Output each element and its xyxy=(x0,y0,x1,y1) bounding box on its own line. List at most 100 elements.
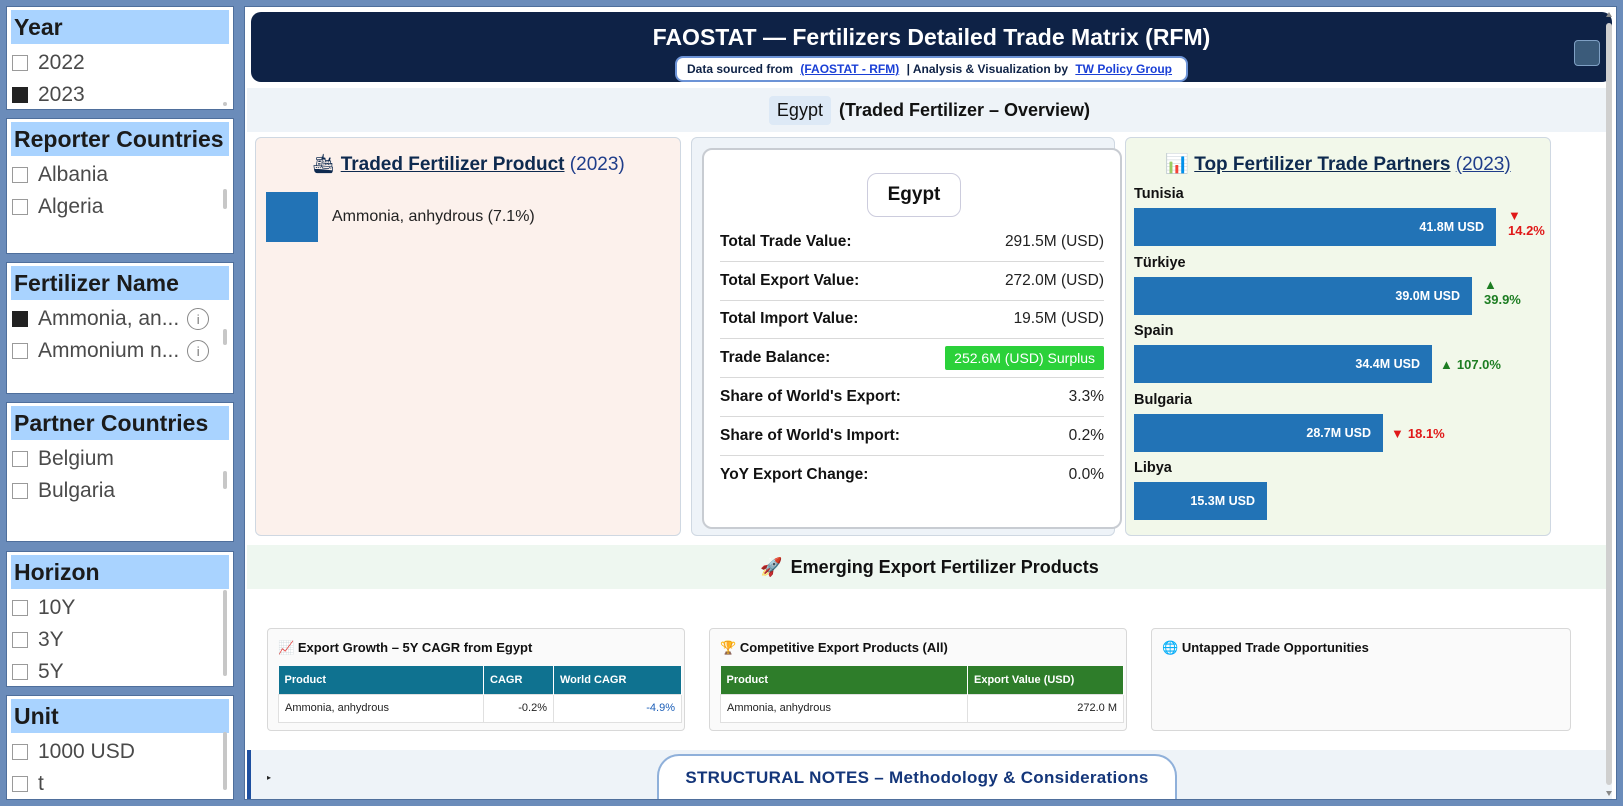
checkbox[interactable] xyxy=(12,744,28,760)
partner-item[interactable]: Tunisia 41.8M USD ▼ 14.2% xyxy=(1134,186,1545,246)
checkbox[interactable] xyxy=(12,664,28,680)
checkbox[interactable] xyxy=(12,776,28,792)
slicer-item-ammonia[interactable]: Ammonia, an... i xyxy=(7,303,233,335)
column-header[interactable]: Export Value (USD) xyxy=(967,666,1124,694)
checkbox[interactable] xyxy=(12,632,28,648)
table-row[interactable]: Ammonia, anhydrous 272.0 M xyxy=(720,693,1124,723)
author-link[interactable]: TW Policy Group xyxy=(1075,62,1172,76)
slicer-item-bulgaria[interactable]: Bulgaria xyxy=(7,475,233,507)
slicer-year: Year 2022 2023 xyxy=(6,6,234,110)
summary-row: Total Trade Value: 291.5M (USD) xyxy=(720,222,1104,262)
slicer-item-t[interactable]: t xyxy=(7,768,233,799)
summary-value: 19.5M (USD) xyxy=(1013,309,1104,327)
arrow-up-icon: ▲ xyxy=(1440,357,1453,372)
checkbox-checked[interactable] xyxy=(12,311,28,327)
checkbox[interactable] xyxy=(12,199,28,215)
card-title: 📊 Top Fertilizer Trade Partners (2023) xyxy=(1165,154,1511,175)
partner-name: Tunisia xyxy=(1134,186,1184,202)
summary-row: Share of World's Export: 3.3% xyxy=(720,377,1104,417)
slicer-item-albania[interactable]: Albania xyxy=(7,159,233,191)
vertical-scrollbar[interactable] xyxy=(1604,11,1614,797)
table-row[interactable]: Ammonia, anhydrous -0.2% -4.9% xyxy=(278,693,682,723)
untapped-opportunities-panel: 🌐 Untapped Trade Opportunities xyxy=(1151,628,1571,731)
column-header[interactable]: World CAGR xyxy=(553,666,682,694)
growth-table: Product CAGR World CAGR Ammonia, anhydro… xyxy=(278,666,682,723)
card-title: 🛳 Traded Fertilizer Product (2023) xyxy=(311,154,625,175)
summary-value: 0.0% xyxy=(1068,466,1104,483)
chart-up-icon: 📈 xyxy=(278,640,295,655)
checkbox[interactable] xyxy=(12,483,28,499)
table-cell: Ammonia, anhydrous xyxy=(720,693,968,723)
structural-notes-title[interactable]: STRUCTURAL NOTES – Methodology & Conside… xyxy=(657,754,1177,799)
slicer-item-2022[interactable]: 2022 xyxy=(7,47,233,79)
summary-row: Total Export Value: 272.0M (USD) xyxy=(720,261,1104,301)
summary-key: YoY Export Change: xyxy=(720,466,869,483)
scrollbar[interactable] xyxy=(223,329,227,345)
info-icon[interactable]: i xyxy=(187,308,210,330)
slicer-item-10y[interactable]: 10Y xyxy=(7,592,233,624)
slicer-partner-countries: Partner Countries Belgium Bulgaria xyxy=(6,402,234,542)
slicer-title: Reporter Countries xyxy=(11,122,229,156)
scrollbar[interactable] xyxy=(223,471,227,489)
slicer-reporter-countries: Reporter Countries Albania Algeria xyxy=(6,118,234,254)
product-item[interactable]: Ammonia, anhydrous (7.1%) xyxy=(266,192,535,242)
slicer-title: Horizon xyxy=(11,555,229,589)
partner-bar[interactable]: 28.7M USD xyxy=(1134,413,1383,452)
ship-icon: 🛳 xyxy=(311,154,336,175)
checkbox[interactable] xyxy=(12,600,28,616)
checkbox[interactable] xyxy=(12,343,28,359)
table-cell: Ammonia, anhydrous xyxy=(278,693,484,723)
scrollbar[interactable] xyxy=(223,102,227,106)
checkbox[interactable] xyxy=(12,451,28,467)
checkbox-checked[interactable] xyxy=(12,87,28,103)
partner-change: ▼ 18.1% xyxy=(1391,425,1445,441)
partner-change: ▲ 107.0% xyxy=(1440,357,1501,372)
globe-icon: 🌐 xyxy=(1162,640,1179,655)
partner-item[interactable]: Türkiye 39.0M USD ▲ 39.9% xyxy=(1134,254,1521,315)
slicer-fertilizer-name: Fertilizer Name Ammonia, an... i Ammonium… xyxy=(6,262,234,394)
table-cell: 272.0 M xyxy=(967,693,1124,723)
summary-box: Egypt Total Trade Value: 291.5M (USD) Tota… xyxy=(702,148,1122,529)
arrow-down-icon: ▼ xyxy=(1391,425,1404,441)
partner-bar[interactable]: 41.8M USD xyxy=(1134,208,1496,246)
checkbox[interactable] xyxy=(12,167,28,183)
scrollbar[interactable] xyxy=(223,732,227,790)
partner-bar[interactable]: 34.4M USD xyxy=(1134,345,1432,383)
info-icon[interactable]: i xyxy=(187,340,210,362)
column-header[interactable]: CAGR xyxy=(483,666,554,694)
slicer-item-belgium[interactable]: Belgium xyxy=(7,443,233,475)
summary-value: 291.5M (USD) xyxy=(1004,232,1104,250)
summary-row: Total Import Value: 19.5M (USD) xyxy=(720,299,1104,339)
partner-bar[interactable]: 39.0M USD xyxy=(1134,276,1472,315)
column-header[interactable]: Product xyxy=(720,666,968,694)
surplus-badge: 252.6M (USD) Surplus xyxy=(945,345,1104,370)
slicer-item-1000-usd[interactable]: 1000 USD xyxy=(7,736,233,768)
partner-item[interactable]: Bulgaria 28.7M USD ▼ 18.1% xyxy=(1134,392,1445,452)
slicer-item-algeria[interactable]: Algeria xyxy=(7,191,233,223)
table-header: Product CAGR World CAGR xyxy=(278,666,682,694)
summary-key: Total Trade Value: xyxy=(720,232,852,250)
scrollbar[interactable] xyxy=(223,189,227,209)
trophy-icon: 🏆 xyxy=(720,640,737,655)
slicer-unit: Unit 1000 USD t xyxy=(6,695,234,800)
checkbox[interactable] xyxy=(12,55,28,71)
faostat-link[interactable]: (FAOSTAT - RFM) xyxy=(800,62,899,76)
competitive-products-panel: 🏆 Competitive Export Products (All) Prod… xyxy=(709,628,1127,731)
slicer-title: Unit xyxy=(11,699,229,733)
table-cell: -0.2% xyxy=(483,693,554,723)
slicer-item-5y[interactable]: 5Y xyxy=(7,656,233,686)
slicer-item-2023[interactable]: 2023 xyxy=(7,79,233,109)
slicer-item-ammonium[interactable]: Ammonium n... i xyxy=(7,335,233,367)
summary-value: 3.3% xyxy=(1068,387,1104,405)
partner-item[interactable]: Spain 34.4M USD ▲ 107.0% xyxy=(1134,323,1501,383)
scrollbar[interactable] xyxy=(223,590,227,676)
slicer-item-3y[interactable]: 3Y xyxy=(7,624,233,656)
column-header[interactable]: Product xyxy=(278,666,484,694)
partner-name: Türkiye xyxy=(1134,254,1186,271)
partner-bar[interactable]: 15.3M USD xyxy=(1134,482,1267,520)
slicer-title: Partner Countries xyxy=(11,406,229,440)
partner-item[interactable]: Libya 15.3M USD xyxy=(1134,460,1267,520)
expand-toggle-icon[interactable]: ▸ xyxy=(267,773,271,782)
summary-key: Share of World's Import: xyxy=(720,426,900,444)
slicer-horizon: Horizon 10Y 3Y 5Y xyxy=(6,551,234,687)
